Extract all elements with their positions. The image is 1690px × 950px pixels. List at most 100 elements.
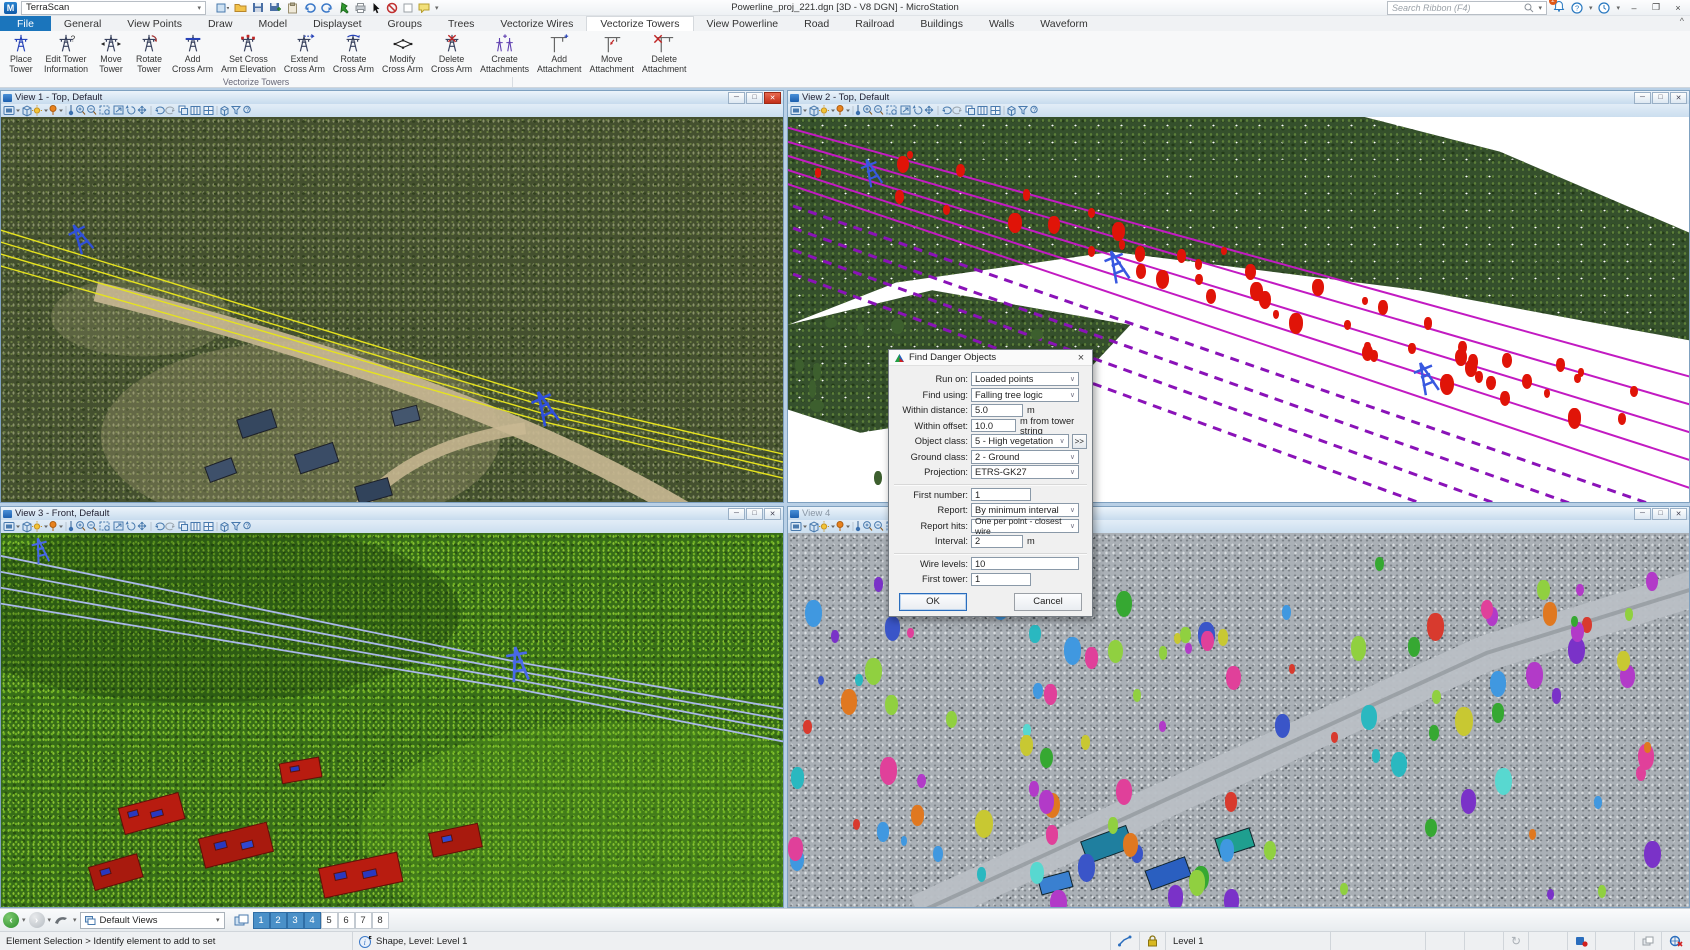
note-icon[interactable] xyxy=(418,3,430,13)
tab-walls[interactable]: Walls xyxy=(976,16,1027,31)
projection-select[interactable]: ETRS-GK27∨ xyxy=(971,465,1079,479)
view-close-button[interactable]: ✕ xyxy=(764,508,781,520)
view-3-toolbar[interactable] xyxy=(1,520,783,533)
rotate-tower-button[interactable]: RotateTower xyxy=(130,31,168,74)
view-3-content-front-point-cloud[interactable] xyxy=(1,533,783,907)
run-on-select[interactable]: Loaded points∨ xyxy=(971,372,1079,386)
view-toggle-4[interactable]: 4 xyxy=(304,912,321,929)
first-number-input[interactable]: 1 xyxy=(971,488,1031,501)
tab-trees[interactable]: Trees xyxy=(435,16,487,31)
view-toggle-8[interactable]: 8 xyxy=(372,912,389,929)
checkbox-icon[interactable] xyxy=(403,3,413,13)
tab-waveform[interactable]: Waveform xyxy=(1027,16,1100,31)
edit-tower-information-button[interactable]: ?Edit TowerInformation xyxy=(40,31,92,74)
find-using-select[interactable]: Falling tree logic∨ xyxy=(971,388,1079,402)
tab-draw[interactable]: Draw xyxy=(195,16,246,31)
open-folder-icon[interactable] xyxy=(234,2,247,13)
first-tower-input[interactable]: 1 xyxy=(971,573,1031,586)
add-attachment-button[interactable]: AddAttachment xyxy=(533,31,586,74)
view-2-titlebar[interactable]: View 2 - Top, Default ─ □ ✕ xyxy=(788,91,1689,104)
back-button[interactable]: ‹ xyxy=(3,912,19,928)
view-2-toolbar[interactable] xyxy=(788,104,1689,117)
wire-levels-input[interactable]: 10 xyxy=(971,557,1079,570)
view-toggle-3[interactable]: 3 xyxy=(287,912,304,929)
interval-input[interactable]: 2 xyxy=(971,535,1023,548)
extend-cross-arm-button[interactable]: ExtendCross Arm xyxy=(280,31,329,74)
workflow-selector[interactable]: TerraScan ▾ xyxy=(21,1,206,15)
minimize-button[interactable]: – xyxy=(1626,2,1642,14)
view-1-toolbar[interactable] xyxy=(1,104,783,117)
tab-buildings[interactable]: Buildings xyxy=(907,16,976,31)
add-cross-arm-button[interactable]: AddCross Arm xyxy=(168,31,217,74)
create-attachments-button[interactable]: CreateAttachments xyxy=(476,31,533,74)
object-class-more-button[interactable]: >> xyxy=(1072,434,1087,449)
search-options-icon[interactable]: ▾ xyxy=(1538,4,1542,12)
tab-general[interactable]: General xyxy=(51,16,114,31)
paste-icon[interactable] xyxy=(287,2,298,14)
tab-vectorize-wires[interactable]: Vectorize Wires xyxy=(487,16,586,31)
move-attachment-button[interactable]: MoveAttachment xyxy=(586,31,639,74)
save-icon[interactable] xyxy=(252,2,264,13)
tab-view-powerline[interactable]: View Powerline xyxy=(694,16,792,31)
tab-model[interactable]: Model xyxy=(245,16,300,31)
level-lock-indicator[interactable] xyxy=(1139,932,1165,950)
view-minimize-button[interactable]: ─ xyxy=(1634,92,1651,104)
view-maximize-button[interactable]: □ xyxy=(746,92,763,104)
view-toggle-1[interactable]: 1 xyxy=(253,912,270,929)
move-tower-button[interactable]: MoveTower xyxy=(92,31,130,74)
info-icon[interactable]: i xyxy=(359,935,372,948)
tab-road[interactable]: Road xyxy=(791,16,842,31)
view-close-button[interactable]: ✕ xyxy=(1670,92,1687,104)
ok-button[interactable]: OK xyxy=(899,593,967,611)
delete-attachment-button[interactable]: DeleteAttachment xyxy=(638,31,691,74)
view-toggle-2[interactable]: 2 xyxy=(270,912,287,929)
view-3-titlebar[interactable]: View 3 - Front, Default ─ □ ✕ xyxy=(1,507,783,520)
view-minimize-button[interactable]: ─ xyxy=(728,92,745,104)
view-group-menu-caret[interactable]: ▾ xyxy=(73,916,77,924)
more-commands-icon[interactable]: ▾ xyxy=(435,4,439,12)
view-toggle-6[interactable]: 6 xyxy=(338,912,355,929)
clock-menu-icon[interactable]: ▾ xyxy=(1616,4,1620,12)
disconnect-indicator[interactable] xyxy=(1661,932,1690,950)
customize-tool-icon[interactable] xyxy=(216,2,229,14)
close-button[interactable]: × xyxy=(1670,2,1686,14)
delete-cross-arm-button[interactable]: DeleteCross Arm xyxy=(427,31,476,74)
within-offset-input[interactable]: 10.0 xyxy=(971,419,1016,432)
dialog-close-icon[interactable]: × xyxy=(1075,352,1087,364)
ground-class-select[interactable]: 2 - Ground∨ xyxy=(971,450,1079,464)
view-close-button[interactable]: ✕ xyxy=(764,92,781,104)
forward-button[interactable]: › xyxy=(29,912,45,928)
tab-railroad[interactable]: Railroad xyxy=(842,16,907,31)
help-button[interactable]: ? xyxy=(1571,2,1583,14)
within-distance-input[interactable]: 5.0 xyxy=(971,404,1023,417)
view-minimize-button[interactable]: ─ xyxy=(1634,508,1651,520)
view-maximize-button[interactable]: □ xyxy=(1652,508,1669,520)
set-cross-arm-elevation-button[interactable]: Set CrossArm Elevation xyxy=(217,31,280,74)
view-group-menu-icon[interactable] xyxy=(54,914,70,926)
view-group-select[interactable]: Default Views ▾ xyxy=(80,912,225,929)
save-settings-icon[interactable] xyxy=(269,2,282,13)
dialog-titlebar[interactable]: Find Danger Objects × xyxy=(889,350,1092,366)
view-1-titlebar[interactable]: View 1 - Top, Default ─ □ ✕ xyxy=(1,91,783,104)
restore-button[interactable]: ❐ xyxy=(1648,2,1664,14)
window-indicator[interactable] xyxy=(1634,932,1661,950)
back-menu-icon[interactable]: ▾ xyxy=(22,916,26,924)
collapse-ribbon-icon[interactable]: ^ xyxy=(1680,16,1684,26)
rotate-cross-arm-button[interactable]: RotateCross Arm xyxy=(329,31,378,74)
view-close-button[interactable]: ✕ xyxy=(1670,508,1687,520)
tab-view-points[interactable]: View Points xyxy=(114,16,195,31)
modify-cross-arm-button[interactable]: ModifyCross Arm xyxy=(378,31,427,74)
view-maximize-button[interactable]: □ xyxy=(746,508,763,520)
database-alert-indicator[interactable] xyxy=(1567,932,1595,950)
view-1-content-aerial-point-cloud[interactable] xyxy=(1,117,783,502)
print-icon[interactable] xyxy=(354,2,367,13)
tab-groups[interactable]: Groups xyxy=(375,16,435,31)
undo-icon[interactable] xyxy=(303,2,316,13)
view-toggle-5[interactable]: 5 xyxy=(321,912,338,929)
notifications-button[interactable]: 2 xyxy=(1553,0,1565,15)
help-menu-icon[interactable]: ▾ xyxy=(1589,4,1593,12)
tab-vectorize-towers[interactable]: Vectorize Towers xyxy=(586,16,693,31)
object-class-select[interactable]: 5 - High vegetation∨ xyxy=(971,434,1069,448)
view-maximize-button[interactable]: □ xyxy=(1652,92,1669,104)
element-selection-icon[interactable] xyxy=(372,2,381,14)
